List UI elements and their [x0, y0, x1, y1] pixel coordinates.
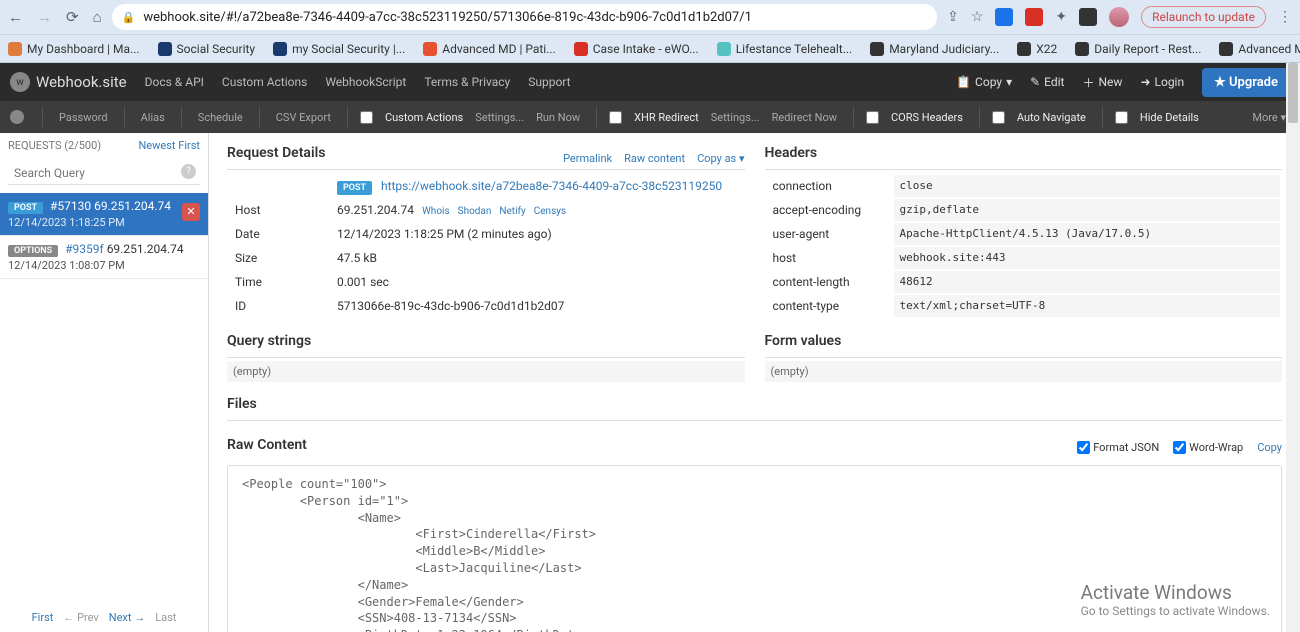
- delete-icon[interactable]: ✕: [182, 203, 200, 221]
- help-icon[interactable]: ?: [181, 164, 196, 179]
- alias-button[interactable]: Alias: [137, 111, 169, 124]
- copy-as-menu[interactable]: Copy as ▾: [697, 152, 744, 165]
- sub-toolbar: Password Alias Schedule CSV Export Custo…: [0, 101, 1300, 133]
- sort-newest[interactable]: Newest First: [138, 139, 200, 152]
- form-values-title: Form values: [765, 333, 842, 349]
- brand-text: Webhook.site: [36, 73, 127, 91]
- extension-icon[interactable]: [1079, 8, 1097, 26]
- star-icon[interactable]: ☆: [971, 9, 984, 25]
- auto-nav-label: Auto Navigate: [1013, 111, 1090, 124]
- forward-icon[interactable]: →: [37, 8, 52, 26]
- login-button[interactable]: ➜ Login: [1140, 75, 1184, 89]
- nav-link[interactable]: Docs & API: [145, 75, 204, 89]
- pager-first[interactable]: First: [32, 611, 54, 624]
- nav-link[interactable]: WebhookScript: [325, 75, 406, 89]
- hide-details-checkbox[interactable]: [1115, 111, 1128, 124]
- bookmark-item[interactable]: Case Intake - eWO...: [574, 42, 699, 56]
- password-button[interactable]: Password: [55, 111, 112, 124]
- upgrade-button[interactable]: ★ Upgrade: [1202, 68, 1290, 97]
- nav-link[interactable]: Custom Actions: [222, 75, 307, 89]
- bookmark-item[interactable]: My Dashboard | Ma...: [8, 42, 140, 56]
- schedule-button[interactable]: Schedule: [194, 111, 247, 124]
- content: Request Details Permalink Raw content Co…: [209, 133, 1300, 632]
- auto-nav-checkbox[interactable]: [992, 111, 1005, 124]
- lock-icon: [122, 10, 136, 25]
- run-now-button[interactable]: Run Now: [532, 111, 584, 124]
- bookmark-item[interactable]: Advanced MD | Pati...: [423, 42, 555, 56]
- raw-content-link[interactable]: Raw content: [624, 152, 685, 165]
- pager-prev: ← Prev: [63, 611, 98, 624]
- extension-icon[interactable]: [1025, 8, 1043, 26]
- bookmark-item[interactable]: Social Security: [158, 42, 256, 56]
- query-strings-empty: (empty): [227, 361, 745, 382]
- headers-table: connectioncloseaccept-encodinggzip,defla…: [765, 173, 1283, 319]
- home-icon[interactable]: ⌂: [93, 8, 102, 26]
- bookmarks-bar: My Dashboard | Ma... Social Security my So…: [0, 35, 1300, 63]
- cors-checkbox[interactable]: [866, 111, 879, 124]
- raw-content-box[interactable]: <People count="100"> <Person id="1"> <Na…: [227, 465, 1282, 632]
- request-details-title: Request Details: [227, 145, 325, 161]
- brand-logo: w: [10, 72, 30, 92]
- new-button[interactable]: ＋ New: [1082, 74, 1122, 91]
- details-table: POST https://webhook.site/a72bea8e-7346-…: [227, 173, 745, 319]
- settings-link[interactable]: Settings...: [471, 111, 528, 124]
- bookmark-item[interactable]: X22: [1017, 42, 1057, 56]
- redirect-now-button[interactable]: Redirect Now: [768, 111, 841, 124]
- nav-link[interactable]: Support: [528, 75, 570, 89]
- avatar[interactable]: [1109, 7, 1129, 27]
- request-item[interactable]: POST #57130 69.251.204.7412/14/2023 1:18…: [0, 193, 208, 236]
- query-strings-title: Query strings: [227, 333, 311, 349]
- copy-menu[interactable]: 📋 Copy ▾: [956, 75, 1012, 89]
- raw-content-title: Raw Content: [227, 437, 307, 453]
- bookmark-item[interactable]: my Social Security |...: [273, 42, 405, 56]
- app-navbar: w Webhook.site Docs & API Custom Actions W…: [0, 63, 1300, 101]
- bookmark-item[interactable]: Daily Report - Rest...: [1075, 42, 1201, 56]
- word-wrap-toggle[interactable]: Word-Wrap: [1173, 441, 1243, 454]
- xhr-settings-link[interactable]: Settings...: [707, 111, 764, 124]
- menu-icon[interactable]: ⋮: [1278, 9, 1292, 25]
- bookmark-item[interactable]: Maryland Judiciary...: [870, 42, 999, 56]
- copy-raw-link[interactable]: Copy: [1257, 441, 1282, 454]
- share-icon[interactable]: ⇪: [947, 9, 959, 25]
- pager-last: Last: [155, 611, 176, 624]
- browser-toolbar: ← → ⟳ ⌂ webhook.site/#!/a72bea8e-7346-44…: [0, 0, 1300, 35]
- custom-actions-label: Custom Actions: [381, 111, 467, 124]
- headers-title: Headers: [765, 145, 818, 161]
- search-input[interactable]: [8, 162, 200, 185]
- extension-icon[interactable]: [995, 8, 1013, 26]
- back-icon[interactable]: ←: [8, 8, 23, 26]
- request-item[interactable]: OPTIONS #9359f 69.251.204.7412/14/2023 1…: [0, 236, 208, 279]
- pager-next[interactable]: Next →: [109, 611, 145, 624]
- bookmark-item[interactable]: Advanced MD | Pati...: [1219, 42, 1300, 56]
- url-text: webhook.site/#!/a72bea8e-7346-4409-a7cc-…: [143, 10, 752, 25]
- pager: First ← Prev Next → Last: [0, 603, 208, 632]
- more-menu[interactable]: More ▾: [1248, 111, 1290, 124]
- scrollbar[interactable]: [1286, 63, 1300, 632]
- requests-count: REQUESTS (2/500): [8, 139, 101, 152]
- bookmark-item[interactable]: Lifestance Telehealt...: [717, 42, 853, 56]
- url-bar[interactable]: webhook.site/#!/a72bea8e-7346-4409-a7cc-…: [112, 4, 937, 30]
- app-icon[interactable]: [10, 110, 24, 124]
- edit-button[interactable]: ✎ Edit: [1030, 75, 1064, 89]
- files-title: Files: [227, 396, 257, 412]
- format-json-toggle[interactable]: Format JSON: [1077, 441, 1159, 454]
- xhr-redirect-label: XHR Redirect: [630, 111, 703, 124]
- custom-actions-checkbox[interactable]: [360, 111, 373, 124]
- hide-details-label: Hide Details: [1136, 111, 1203, 124]
- xhr-redirect-checkbox[interactable]: [609, 111, 622, 124]
- cors-label: CORS Headers: [887, 111, 967, 124]
- permalink-link[interactable]: Permalink: [563, 152, 612, 165]
- form-values-empty: (empty): [765, 361, 1283, 382]
- extensions-icon[interactable]: ✦: [1055, 9, 1067, 25]
- nav-link[interactable]: Terms & Privacy: [424, 75, 510, 89]
- relaunch-button[interactable]: Relaunch to update: [1141, 6, 1266, 28]
- reload-icon[interactable]: ⟳: [66, 8, 79, 26]
- csv-export-button[interactable]: CSV Export: [272, 111, 335, 124]
- sidebar: REQUESTS (2/500) Newest First ? POST #57…: [0, 133, 209, 632]
